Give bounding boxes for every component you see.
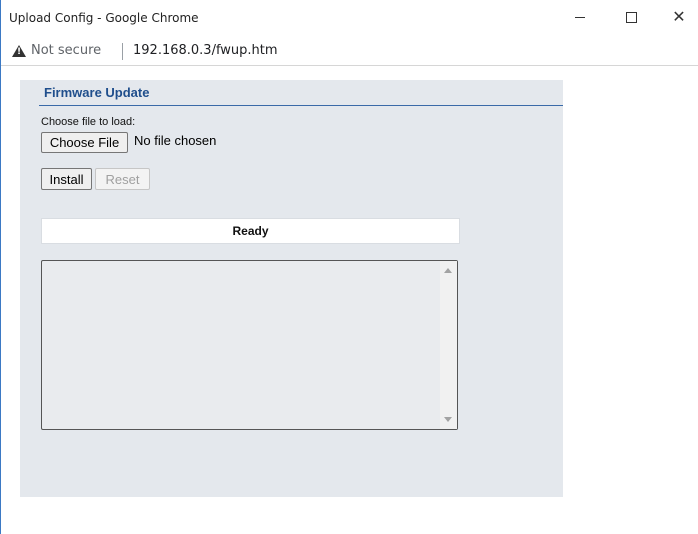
address-bar[interactable]: Not secure 192.168.0.3/fwup.htm — [1, 38, 698, 66]
heading-divider — [39, 105, 563, 106]
reset-button: Reset — [95, 168, 150, 190]
panel-heading: Firmware Update — [44, 85, 150, 100]
choose-file-label: Choose file to load: — [41, 116, 136, 128]
choose-file-button[interactable]: Choose File — [41, 132, 128, 153]
status-bar: Ready — [41, 218, 460, 244]
close-icon: ✕ — [672, 7, 686, 26]
address-separator — [122, 43, 123, 60]
warning-triangle-icon[interactable] — [12, 45, 26, 57]
close-button[interactable]: ✕ — [656, 0, 698, 34]
browser-window: Upload Config - Google Chrome ✕ Not secu… — [0, 0, 698, 534]
title-bar[interactable]: Upload Config - Google Chrome ✕ — [1, 0, 698, 38]
scroll-up-arrow-icon[interactable] — [444, 268, 452, 273]
maximize-button[interactable] — [608, 0, 654, 34]
install-button[interactable]: Install — [41, 168, 92, 190]
file-status-text: No file chosen — [134, 133, 217, 148]
minimize-button[interactable] — [557, 0, 603, 34]
log-scrollbar[interactable] — [440, 261, 457, 429]
maximize-icon — [625, 11, 637, 23]
firmware-update-panel: Firmware Update Choose file to load: Cho… — [20, 80, 563, 497]
log-textarea[interactable] — [41, 260, 458, 430]
security-indicator[interactable]: Not secure — [31, 43, 101, 58]
minimize-icon — [575, 16, 585, 18]
window-title: Upload Config - Google Chrome — [9, 11, 199, 25]
url-field[interactable]: 192.168.0.3/fwup.htm — [133, 43, 278, 58]
scroll-down-arrow-icon[interactable] — [444, 417, 452, 422]
